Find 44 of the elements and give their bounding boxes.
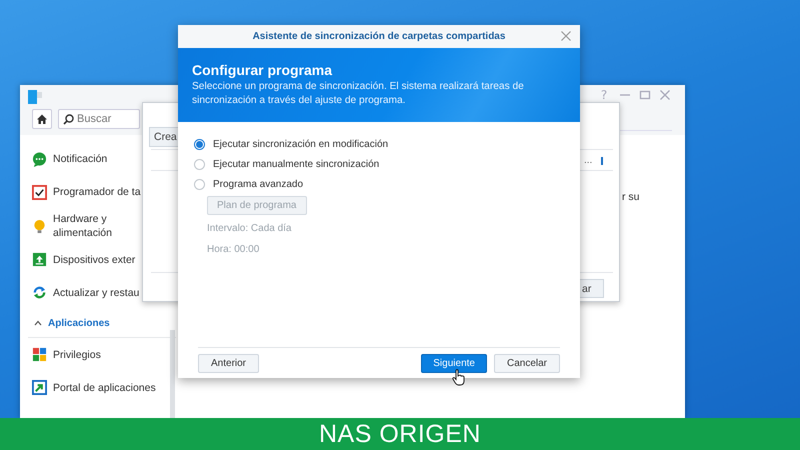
create-button[interactable]: Crea: [149, 127, 179, 147]
partial-text: r su: [622, 191, 640, 203]
option-label[interactable]: Programa avanzado: [213, 178, 304, 190]
time-text: Hora: 00:00: [207, 242, 260, 256]
sidebar-item[interactable]: Privilegios: [53, 348, 101, 362]
sidebar-item[interactable]: Portal de aplicaciones: [53, 380, 156, 395]
calendar-check-icon: [32, 185, 47, 200]
column-handle[interactable]: [601, 157, 603, 165]
sidebar-item[interactable]: Programador de ta: [53, 185, 141, 200]
dialog-button[interactable]: Anterior: [198, 354, 260, 372]
search-icon: [63, 114, 74, 125]
window-button[interactable]: ar: [580, 279, 604, 298]
sidebar-item[interactable]: Notificación: [53, 152, 108, 167]
interval-text: Intervalo: Cada día: [207, 222, 292, 236]
section-header[interactable]: Aplicaciones: [48, 318, 110, 329]
collapse-caret-icon[interactable]: [34, 320, 42, 326]
option-label[interactable]: Ejecutar manualmente sincronización: [213, 158, 380, 170]
radio-button[interactable]: [194, 178, 205, 190]
tiles-icon: [32, 347, 47, 362]
step-description: Seleccione un programa de sincronización. El sistema realizará tareas de sincronización a través del ajuste de programa.: [192, 80, 525, 108]
sidebar-item[interactable]: Dispositivos exter: [53, 252, 136, 267]
refresh-icon: [32, 285, 47, 300]
sidebar-item[interactable]: Hardware y alimentación: [53, 212, 145, 240]
home-icon: [36, 113, 48, 125]
step-heading: Configurar programa: [192, 62, 334, 78]
chat-bubble-icon: [32, 152, 47, 167]
radio-button[interactable]: [194, 138, 205, 150]
close-icon[interactable]: [560, 30, 572, 42]
caption-text: NAS ORIGEN: [319, 420, 481, 448]
dialog-button[interactable]: Cancelar: [494, 354, 560, 372]
search-field[interactable]: Buscar: [58, 109, 140, 129]
home-button[interactable]: [32, 109, 52, 129]
next-button[interactable]: Siguiente: [421, 354, 487, 372]
scrollbar[interactable]: [170, 330, 175, 418]
sidebar-item[interactable]: Actualizar y restau: [53, 286, 140, 300]
maximize-icon[interactable]: [639, 89, 651, 101]
app-logo-icon: [28, 90, 42, 104]
lightbulb-icon: [32, 218, 47, 234]
close-icon[interactable]: [659, 89, 671, 101]
radio-button[interactable]: [194, 158, 205, 170]
column-header: ...: [584, 155, 592, 166]
upload-icon: [32, 252, 47, 268]
option-label[interactable]: Ejecutar sincronización en modificación: [213, 138, 388, 150]
dialog-title: Asistente de sincronización de carpetas compartidas: [252, 31, 506, 42]
